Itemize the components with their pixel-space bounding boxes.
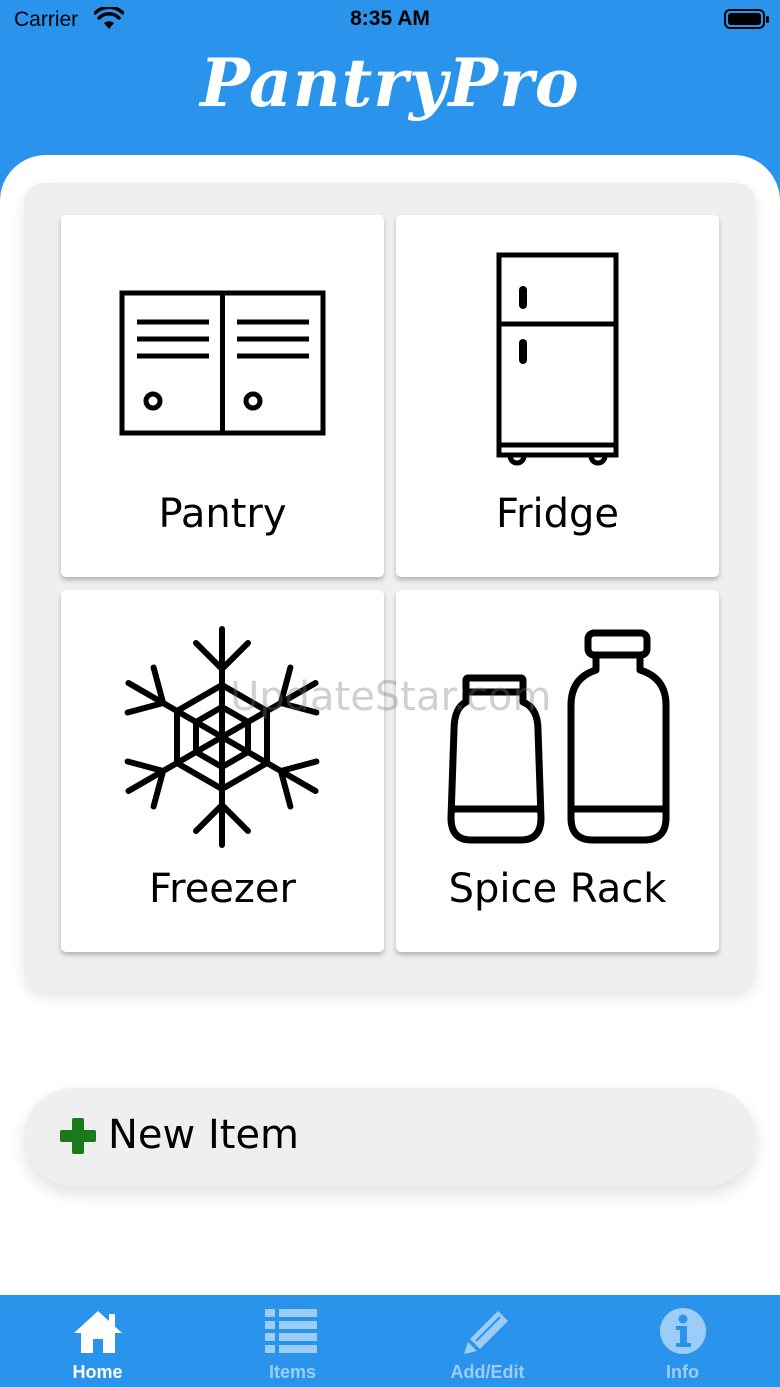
tile-label: Fridge [495, 491, 620, 537]
status-bar: Carrier 8:35 AM [0, 0, 780, 40]
tile-fridge[interactable]: Fridge [396, 215, 719, 577]
tab-label: Add/Edit [450, 1362, 525, 1382]
pencil-icon [464, 1311, 508, 1354]
list-icon [265, 1309, 317, 1353]
tab-home[interactable]: Home [0, 1295, 195, 1387]
tile-label: Pantry [158, 491, 287, 537]
tile-pantry[interactable]: Pantry [61, 215, 384, 577]
home-icon [74, 1311, 122, 1353]
battery-icon [724, 9, 769, 29]
plus-icon [60, 1118, 96, 1154]
tab-bar: Home Items Add/Edit Info [0, 1295, 780, 1387]
tile-label: Freezer [149, 866, 296, 912]
info-icon [660, 1308, 706, 1354]
new-item-label: New Item [108, 1112, 300, 1158]
tile-spice-rack[interactable]: Spice Rack [396, 590, 719, 952]
tab-label: Home [72, 1362, 123, 1382]
app-title: PantryPro [200, 44, 580, 122]
tab-items[interactable]: Items [195, 1295, 390, 1387]
tab-label: Info [666, 1362, 699, 1382]
tab-label: Items [268, 1362, 317, 1382]
tab-info[interactable]: Info [585, 1295, 780, 1387]
status-time: 8:35 AM [350, 7, 430, 30]
tile-label: Spice Rack [448, 866, 667, 912]
tab-add-edit[interactable]: Add/Edit [390, 1295, 585, 1387]
tile-freezer[interactable]: Freezer [61, 590, 384, 952]
new-item-button[interactable]: New Item [24, 1088, 756, 1186]
